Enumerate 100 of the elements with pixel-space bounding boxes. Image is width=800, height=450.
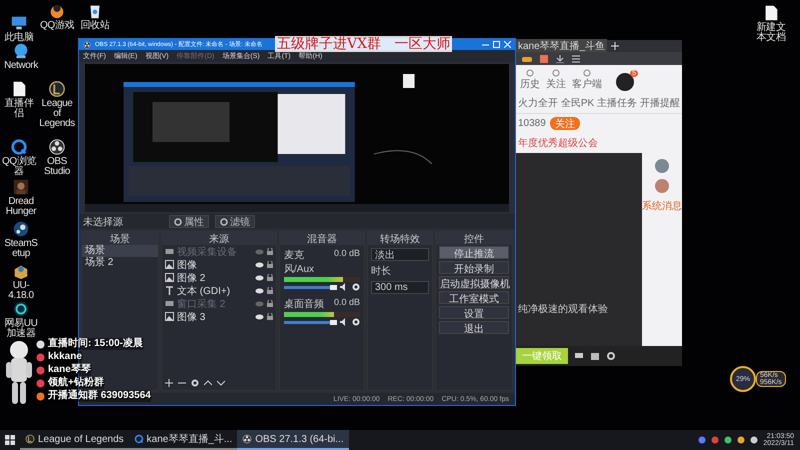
guild-notice: 年度优秀超级公会 xyxy=(518,136,598,150)
gear-icon xyxy=(174,218,182,226)
category-link[interactable]: 火力全开 xyxy=(518,96,558,110)
desktop-icon-label[interactable]: QQ游戏 xyxy=(38,21,76,31)
portrait-icon xyxy=(12,178,30,196)
desktop-icon-label[interactable]: League of Legends xyxy=(38,99,76,129)
menu-icon[interactable] xyxy=(572,54,580,62)
obs-logo-icon xyxy=(242,434,252,444)
video-caption: 纯净极速的观看体验 xyxy=(518,302,608,316)
header-link[interactable]: 关注 xyxy=(546,77,566,91)
volume-slider[interactable] xyxy=(284,320,337,324)
penguin-icon xyxy=(48,2,66,20)
image-icon xyxy=(165,312,174,321)
scene-item[interactable]: 场景 xyxy=(82,245,158,257)
settings-icon[interactable] xyxy=(191,379,199,387)
text-type-icon xyxy=(165,286,174,295)
control-button[interactable]: 开始录制 xyxy=(439,261,509,274)
desktop-icon-label[interactable]: Dread Hunger xyxy=(2,197,40,217)
panel-title: 控件 xyxy=(464,232,484,246)
browser-icon xyxy=(10,138,28,156)
overlay-info-text: 开播通知群 639093564 xyxy=(48,390,151,402)
source-item[interactable]: 图像 2 xyxy=(177,270,252,284)
control-button[interactable]: 退出 xyxy=(439,321,509,334)
volume-slider[interactable] xyxy=(284,286,337,288)
lock-icon[interactable] xyxy=(267,274,273,281)
toolbar-button[interactable]: 滤镜 xyxy=(215,215,255,228)
volume-thumb[interactable] xyxy=(330,284,337,290)
channel-name: 桌面音频 xyxy=(284,298,324,311)
chevron-up-icon[interactable] xyxy=(204,379,212,387)
desktop-icon-label[interactable]: Network xyxy=(2,61,40,71)
control-button[interactable]: 设置 xyxy=(439,306,509,319)
taskbar-button[interactable]: League of Legends xyxy=(20,430,129,450)
league-logo-icon xyxy=(25,434,35,444)
gear-icon xyxy=(220,218,228,226)
control-button[interactable]: 启动虚拟摄像机 xyxy=(439,276,509,289)
league-logo-icon xyxy=(48,80,66,98)
overlay-info-text: 领航+钻粉群 xyxy=(48,377,104,389)
image-icon xyxy=(165,260,174,269)
toolbar-button[interactable]: 属性 xyxy=(169,215,209,228)
lock-icon[interactable] xyxy=(267,300,273,307)
chat-system-title: 系统消息 xyxy=(642,200,682,213)
category-link[interactable]: 开播提醒 xyxy=(640,96,680,110)
desktop-icon-label[interactable]: 此电脑 xyxy=(0,33,38,43)
panel-title: 场景 xyxy=(110,232,130,246)
control-button[interactable]: 工作室模式 xyxy=(439,291,509,304)
avatar-icon xyxy=(655,159,669,173)
add-icon[interactable] xyxy=(165,379,173,387)
panel-title: 混音器 xyxy=(307,232,337,246)
overlay-info-text: 直播时间: 15:00-凌晨 xyxy=(48,338,144,350)
download-icon[interactable] xyxy=(556,54,564,62)
header-link[interactable]: 客户端 xyxy=(572,77,602,91)
desktop-icon-label[interactable]: SteamSetup xyxy=(2,239,40,259)
desktop-icon-label[interactable]: 新建文本文档 xyxy=(752,23,790,43)
selected-source-label: 未选择源 xyxy=(83,216,124,228)
taskbar-button[interactable]: OBS 27.1.3 (64-bi... xyxy=(237,430,349,450)
browser-tab[interactable]: kane琴琴直播_斗鱼 xyxy=(516,39,608,53)
steam-icon xyxy=(12,220,30,238)
source-item[interactable]: 图像 3 xyxy=(177,310,252,324)
category-link[interactable]: 全民PK xyxy=(560,96,594,110)
follower-count: 10389 xyxy=(518,118,546,129)
maximize-icon[interactable] xyxy=(493,41,500,48)
lock-icon[interactable] xyxy=(267,287,273,294)
volume-thumb[interactable] xyxy=(330,320,337,324)
desktop-icon-label[interactable]: 直播伴侣 xyxy=(0,99,38,119)
source-item[interactable]: 文本 (GDI+) xyxy=(177,284,252,298)
scene-item[interactable]: 场景 2 xyxy=(82,257,158,269)
overlay-info-text: kkkane xyxy=(48,351,82,363)
panel-title: 来源 xyxy=(209,232,229,246)
desktop-icon-label[interactable]: 回收站 xyxy=(76,21,114,31)
lock-icon[interactable] xyxy=(267,313,273,320)
new-tab-icon[interactable] xyxy=(611,42,620,50)
category-link[interactable]: 主播任务 xyxy=(597,96,638,110)
desktop-icon-label[interactable]: UU-4.18.0 xyxy=(2,281,40,301)
image-icon xyxy=(165,273,174,282)
lock-icon[interactable] xyxy=(267,248,273,255)
chevron-down-icon[interactable] xyxy=(217,379,225,387)
channel-name: 麦克风/Aux xyxy=(284,248,316,276)
network-icon xyxy=(12,42,30,60)
source-item[interactable]: 图像 xyxy=(177,258,252,272)
power-icon xyxy=(12,300,30,318)
desktop-icon-label[interactable]: OBS Studio xyxy=(38,157,76,177)
control-button[interactable]: 停止推流 xyxy=(439,246,509,259)
avatar-icon xyxy=(655,179,669,193)
channel-reading: 0.0 dB xyxy=(334,297,360,309)
settings-icon[interactable] xyxy=(352,318,360,326)
channel-reading: 0.0 dB xyxy=(334,248,360,260)
panel-title: 转场特效 xyxy=(380,232,420,246)
obs-logo-icon xyxy=(48,138,66,156)
transition-select[interactable]: 淡出 xyxy=(371,248,429,261)
settings-icon[interactable] xyxy=(352,283,360,291)
close-icon[interactable] xyxy=(504,41,511,48)
lock-icon[interactable] xyxy=(267,261,273,268)
header-link[interactable]: 历史 xyxy=(520,77,540,91)
duration-label: 时长 xyxy=(371,264,392,278)
browser-icon xyxy=(134,434,144,444)
settings-icon[interactable] xyxy=(606,351,616,361)
desktop-icon-label[interactable]: 网易UU加速器 xyxy=(2,319,40,339)
desktop-icon-label[interactable]: QQ浏览器 xyxy=(0,157,38,177)
stream-overlay-text: 五级牌子进VX群 一区大师 xyxy=(275,36,452,52)
duration-field[interactable]: 300 ms xyxy=(371,281,429,294)
